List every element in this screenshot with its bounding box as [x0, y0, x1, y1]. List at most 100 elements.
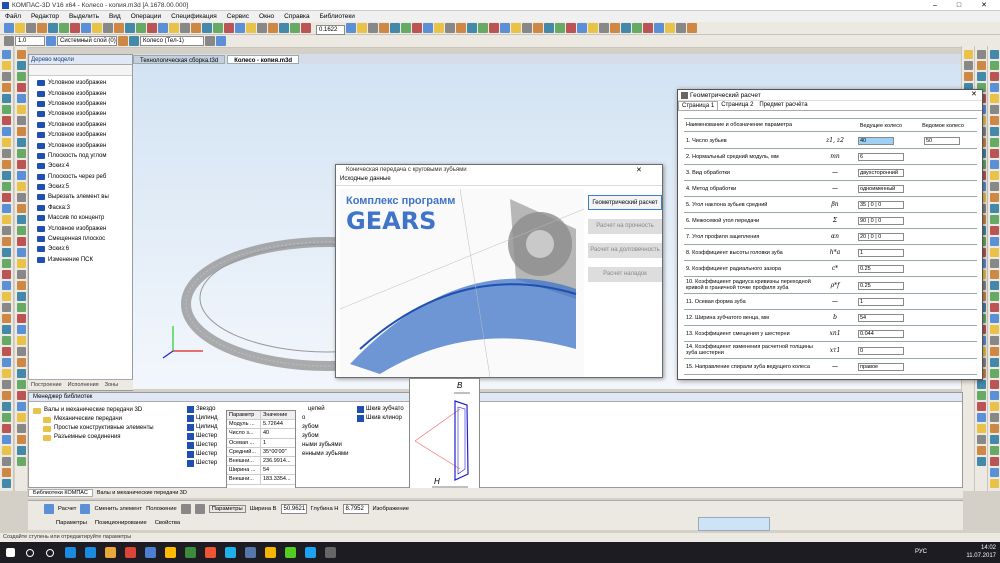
toolbar-button-icon[interactable]: [92, 23, 102, 33]
tool-icon[interactable]: [990, 314, 999, 323]
tree-item[interactable]: Условное изображен: [37, 99, 132, 109]
toolbar-button-icon[interactable]: [511, 23, 521, 33]
toolbar-button-icon[interactable]: [566, 23, 576, 33]
tool-icon[interactable]: [17, 237, 26, 246]
toolbar-button-icon[interactable]: [48, 23, 58, 33]
toolbar-button-icon[interactable]: [70, 23, 80, 33]
tool-icon[interactable]: [2, 281, 11, 290]
toolbar-button-icon[interactable]: [445, 23, 455, 33]
toolbar-button-icon[interactable]: [346, 23, 356, 33]
tool-icon[interactable]: [977, 424, 986, 433]
tool-icon[interactable]: [17, 171, 26, 180]
tool-icon[interactable]: [17, 402, 26, 411]
setup-calc-button[interactable]: Расчет наладок: [588, 267, 662, 282]
tool-icon[interactable]: [17, 413, 26, 422]
tool-icon[interactable]: [990, 182, 999, 191]
tool-icon[interactable]: [17, 270, 26, 279]
toolbar-button-icon[interactable]: [169, 23, 179, 33]
tool-icon[interactable]: [977, 435, 986, 444]
tool-icon[interactable]: [17, 446, 26, 455]
tool-icon[interactable]: [17, 259, 26, 268]
tool-icon[interactable]: [990, 270, 999, 279]
tool-icon[interactable]: [17, 380, 26, 389]
toolbar-button-icon[interactable]: [665, 23, 675, 33]
tool-icon[interactable]: [990, 248, 999, 257]
tool-icon[interactable]: [2, 402, 11, 411]
library-root[interactable]: Валы и механические передачи 3D: [33, 406, 154, 415]
tool-icon[interactable]: [977, 50, 986, 59]
toolbar-button-icon[interactable]: [202, 23, 212, 33]
gears-menu[interactable]: Исходные данные: [336, 176, 662, 186]
tool-icon[interactable]: [990, 61, 999, 70]
tree-item[interactable]: Плоскость через реб: [37, 172, 132, 182]
tool-icon[interactable]: [990, 226, 999, 235]
tool-icon[interactable]: [990, 72, 999, 81]
toolbar-button-icon[interactable]: [467, 23, 477, 33]
depth-field[interactable]: 8.7952: [342, 504, 369, 514]
search-icon[interactable]: [20, 542, 40, 563]
grid-icon[interactable]: [4, 36, 14, 46]
tool-icon[interactable]: [990, 325, 999, 334]
tool-icon[interactable]: [990, 336, 999, 345]
menu-help[interactable]: Справка: [279, 13, 315, 20]
tool-icon[interactable]: [990, 391, 999, 400]
tool-icon[interactable]: [964, 61, 973, 70]
menu-edit[interactable]: Редактор: [26, 13, 64, 20]
toolbar-button-icon[interactable]: [357, 23, 367, 33]
toolbar-button-icon[interactable]: [478, 23, 488, 33]
tool-icon[interactable]: [2, 61, 11, 70]
toolbar-button-icon[interactable]: [621, 23, 631, 33]
tool-icon[interactable]: [2, 292, 11, 301]
toolbar-button-icon[interactable]: [125, 23, 135, 33]
calc-button[interactable]: Расчет: [58, 506, 76, 512]
tool-icon[interactable]: [990, 94, 999, 103]
geo-driver-value-field[interactable]: 0: [858, 346, 904, 355]
toolbar-button-icon[interactable]: [533, 23, 543, 33]
gears-icon[interactable]: [320, 542, 340, 563]
geo-driver-value-field[interactable]: 1: [858, 298, 904, 306]
tool-icon[interactable]: [990, 358, 999, 367]
start-button[interactable]: [0, 542, 20, 563]
strength-calc-button[interactable]: Расчет на прочность: [588, 219, 662, 234]
tab-props-params[interactable]: Параметры: [56, 520, 87, 526]
tool-icon[interactable]: [990, 160, 999, 169]
toolbar-button-icon[interactable]: [103, 23, 113, 33]
position-icon-2[interactable]: [194, 504, 205, 514]
tool-icon[interactable]: [2, 149, 11, 158]
tool-icon[interactable]: [977, 413, 986, 422]
clock[interactable]: 14:02 11.07.2017: [944, 544, 996, 560]
tab-construction[interactable]: Построение: [28, 380, 65, 390]
tool-icon[interactable]: [2, 413, 11, 422]
tool-icon[interactable]: [17, 358, 26, 367]
tool-icon[interactable]: [990, 259, 999, 268]
tool-icon[interactable]: [977, 61, 986, 70]
toolbar-button-icon[interactable]: [235, 23, 245, 33]
toolbar-button-icon[interactable]: [643, 23, 653, 33]
tool-icon[interactable]: [990, 204, 999, 213]
task-view-icon[interactable]: [40, 542, 60, 563]
tree-item[interactable]: Вырезать элемент вы: [37, 192, 132, 202]
tool-icon[interactable]: [2, 325, 11, 334]
chrome-icon[interactable]: [120, 542, 140, 563]
tool-icon[interactable]: [990, 149, 999, 158]
tool-icon[interactable]: [2, 303, 11, 312]
bolt-icon[interactable]: [260, 542, 280, 563]
tool-icon[interactable]: [2, 468, 11, 477]
tool-icon[interactable]: [990, 468, 999, 477]
tool-icon[interactable]: [17, 83, 26, 92]
tree-item[interactable]: Условное изображен: [37, 223, 132, 233]
kompas-icon[interactable]: [140, 542, 160, 563]
geo-driver-value-field[interactable]: 20 | 0 | 0: [858, 233, 904, 241]
menu-service[interactable]: Сервис: [222, 13, 254, 20]
layer-icon[interactable]: [46, 36, 56, 46]
toolbar-button-icon[interactable]: [158, 23, 168, 33]
tree-item[interactable]: Условное изображен: [37, 78, 132, 88]
width-field[interactable]: 50.9621: [280, 504, 307, 514]
ie-icon[interactable]: [80, 542, 100, 563]
tool-icon[interactable]: [990, 424, 999, 433]
menu-spec[interactable]: Спецификация: [166, 13, 222, 20]
tool-icon[interactable]: [17, 94, 26, 103]
tool-icon[interactable]: [977, 457, 986, 466]
tool-icon[interactable]: [990, 479, 999, 488]
tool-icon[interactable]: [964, 72, 973, 81]
